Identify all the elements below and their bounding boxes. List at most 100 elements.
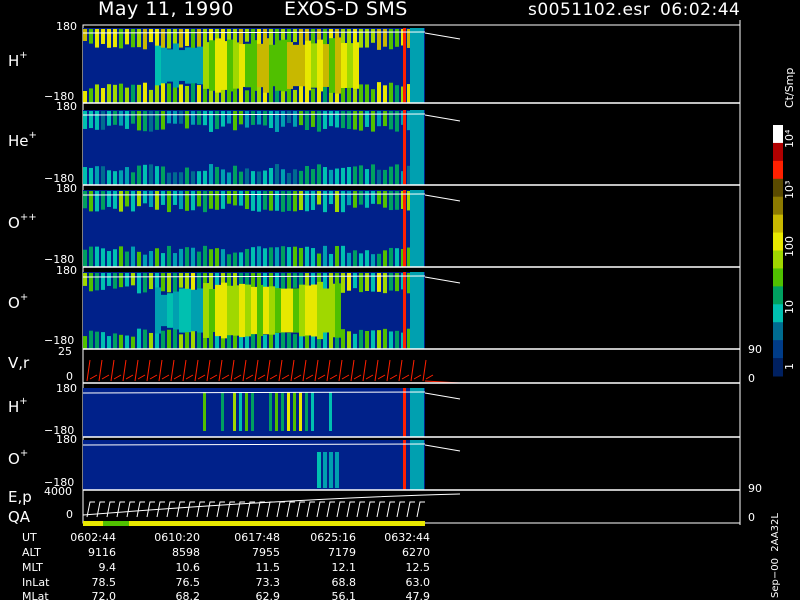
spectrogram-cell (95, 246, 99, 267)
spectrogram-cell (167, 49, 173, 82)
spectrogram-cell (263, 248, 267, 267)
row-label-alt: ALT (22, 546, 41, 559)
spectrogram-cell (353, 250, 357, 267)
spectrogram-cell (317, 90, 321, 103)
spectrogram-cell (287, 392, 290, 431)
spectrogram-cell (293, 111, 297, 127)
spectrogram-cell (95, 273, 99, 291)
spectrogram-cell (275, 273, 279, 289)
spectrogram-cell (239, 44, 245, 87)
spectrogram-cell (293, 392, 296, 431)
spectrogram-cell (383, 250, 387, 267)
spectrogram-cell (137, 328, 141, 349)
spectrogram-cell (155, 287, 161, 334)
spectrogram-cell (335, 245, 339, 267)
colorbar-swatch (773, 286, 783, 305)
spectrogram-cell (161, 294, 167, 327)
spectrogram-cell (410, 388, 424, 437)
energy-line (116, 501, 125, 518)
spectrogram-cell (209, 288, 215, 333)
spectrogram-cell (269, 167, 273, 185)
table-cell: 73.3 (255, 576, 281, 589)
qa-bar (83, 521, 425, 526)
table-cell: 0602:44 (70, 531, 116, 544)
table-cell: 12.5 (405, 561, 431, 574)
y-tick: 180 (56, 100, 77, 113)
spectrogram-cell (335, 111, 339, 128)
colorbar-swatch (773, 178, 783, 198)
spectrogram-cell (245, 392, 248, 431)
spectrogram-cell (317, 452, 321, 488)
spectrogram-cell (221, 169, 225, 185)
spectrogram-cell (353, 273, 357, 289)
spectrogram-cell (251, 111, 255, 125)
spectrogram-cell (143, 111, 147, 132)
spectrogram-cell (299, 284, 305, 337)
table-cell: 12.1 (331, 561, 357, 574)
velocity-line (134, 359, 146, 382)
spectrogram-cell (203, 87, 207, 103)
colorbar-swatch (773, 196, 783, 216)
y-tick: 4000 (44, 485, 72, 498)
energy-line (266, 501, 275, 518)
spectrogram-cell (269, 191, 273, 211)
spectrogram-cell (131, 111, 135, 124)
spectrogram-cell (389, 166, 393, 185)
spectrogram-cell (293, 44, 299, 87)
spectrogram-cell (119, 334, 123, 349)
spectrogram-cell (179, 50, 185, 81)
spectrogram-cell (293, 169, 297, 185)
spectrogram-cell (137, 273, 141, 294)
spectrogram-cell (377, 111, 381, 127)
spectrogram-cell (203, 245, 207, 267)
table-cell: 0625:16 (310, 531, 356, 544)
spectrogram-cell (263, 111, 267, 126)
spectrogram-cell (341, 329, 345, 349)
y-tick: 180 (56, 382, 77, 395)
velocity-line (110, 359, 122, 382)
spectrogram-cell (191, 247, 195, 267)
spectrogram-cell (383, 328, 387, 349)
spectrogram-cell (209, 191, 213, 209)
spectrogram-chart (82, 20, 783, 526)
spectrogram-cell (167, 111, 171, 124)
trace-line (424, 114, 461, 122)
spectrogram-cell (221, 282, 227, 339)
trace-line (424, 194, 461, 202)
panel-label-o-plus: O+ (8, 292, 29, 312)
spectrogram-cell (239, 283, 245, 338)
spectrogram-cell (191, 289, 197, 332)
qa-label: QA (8, 508, 31, 526)
spectrogram-cell (83, 249, 87, 267)
spectrogram-cell (353, 42, 359, 89)
spectrogram-cell (359, 84, 363, 103)
spectrogram-cell (377, 330, 381, 349)
spectrogram-screen: { "header": { "date": "May 11, 1990", "i… (0, 0, 800, 600)
colorbar-swatch (773, 250, 783, 269)
spectrogram-cell (395, 330, 399, 349)
spectrogram-cell (191, 82, 195, 103)
panel-label-vr: V,r (8, 354, 30, 372)
spectrogram-cell (317, 39, 323, 92)
spectrogram-cell (197, 251, 201, 267)
spectrogram-cell (131, 29, 135, 48)
spectrogram-cell (353, 333, 357, 349)
spectrogram-cell (185, 85, 189, 103)
spectrogram-cell (257, 171, 261, 185)
spectrogram-cell (119, 83, 123, 103)
spectrogram-cell (275, 90, 279, 103)
spectrogram-cell (113, 171, 117, 185)
spectrogram-cell (347, 191, 351, 206)
spectrogram-cell (335, 168, 339, 185)
spectrogram-cell (287, 172, 291, 185)
energy-line (96, 501, 105, 518)
spectrogram-cell (299, 170, 303, 185)
spectrogram-cell (377, 82, 381, 103)
spectrogram-cell (311, 248, 315, 267)
energy-line (376, 501, 385, 518)
spectrogram-cell (311, 392, 314, 431)
spectrogram-cell (119, 111, 123, 126)
spectrogram-cell (209, 329, 213, 349)
spectrogram-cell (149, 29, 153, 43)
energy-line (186, 501, 195, 518)
